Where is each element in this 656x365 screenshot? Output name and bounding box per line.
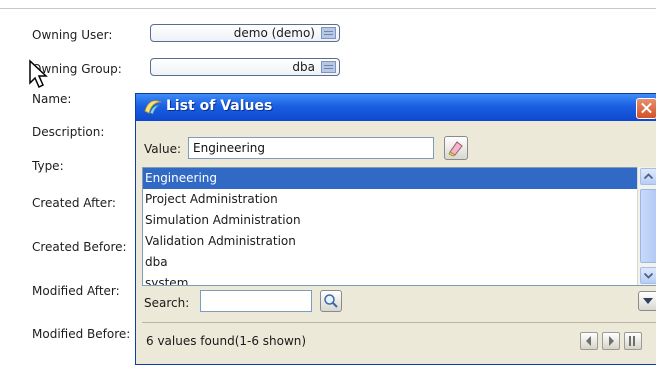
type-label: Type: [32, 159, 64, 173]
last-page-button[interactable] [624, 332, 642, 350]
mouse-cursor-icon [29, 59, 48, 89]
list-of-values-dialog: List of Values Value: EngineeringProject… [135, 93, 656, 365]
list-item[interactable]: Simulation Administration [143, 210, 656, 231]
dialog-title: List of Values [166, 98, 273, 114]
scroll-down-button[interactable] [640, 267, 656, 284]
description-label: Description: [32, 125, 105, 139]
scroll-up-button[interactable] [640, 168, 656, 185]
status-text: 6 values found(1-6 shown) [146, 334, 307, 348]
clear-value-button[interactable] [444, 136, 468, 160]
close-button[interactable] [636, 98, 656, 119]
next-page-button[interactable] [602, 332, 620, 350]
arrow-left-icon [586, 336, 591, 346]
list-item[interactable]: dba [143, 252, 656, 273]
owning-group-value: dba [292, 60, 315, 74]
value-label: Value: [144, 142, 181, 156]
owning-user-field[interactable]: demo (demo) [150, 24, 340, 42]
previous-page-button[interactable] [580, 332, 598, 350]
scroll-thumb[interactable] [640, 189, 656, 263]
created-after-label: Created After: [32, 196, 116, 210]
values-list[interactable]: Engineering Project Administration Simulat… [142, 167, 656, 286]
magnifier-icon [324, 294, 338, 308]
created-before-label: Created Before: [32, 240, 127, 254]
name-label: Name: [32, 92, 72, 106]
arrow-last-icon [629, 336, 635, 346]
search-label: Search: [144, 296, 190, 310]
list-item[interactable]: Project Administration [143, 189, 656, 210]
modified-after-label: Modified After: [32, 284, 120, 298]
search-button[interactable] [320, 290, 342, 312]
dropdown-arrow-icon [643, 298, 653, 304]
modified-before-label: Modified Before: [32, 327, 131, 341]
arrow-down-icon [643, 272, 654, 279]
eraser-icon [448, 141, 463, 157]
top-divider [0, 8, 656, 9]
options-dropdown-button[interactable] [638, 291, 656, 311]
owning-user-value: demo (demo) [233, 26, 315, 40]
list-item[interactable]: Engineering [143, 168, 656, 189]
arrow-right-icon [609, 336, 614, 346]
list-item[interactable]: system [143, 273, 656, 285]
app-icon [144, 100, 162, 115]
list-icon[interactable] [321, 61, 336, 73]
dialog-titlebar[interactable]: List of Values [136, 94, 656, 121]
search-input[interactable] [200, 290, 312, 312]
arrow-up-icon [643, 173, 654, 180]
list-item[interactable]: Validation Administration [143, 231, 656, 252]
list-scrollbar[interactable] [637, 167, 656, 285]
value-input[interactable] [188, 137, 434, 159]
owning-group-field[interactable]: dba [150, 58, 340, 76]
list-icon[interactable] [321, 27, 336, 39]
owning-user-label: Owning User: [32, 28, 113, 42]
